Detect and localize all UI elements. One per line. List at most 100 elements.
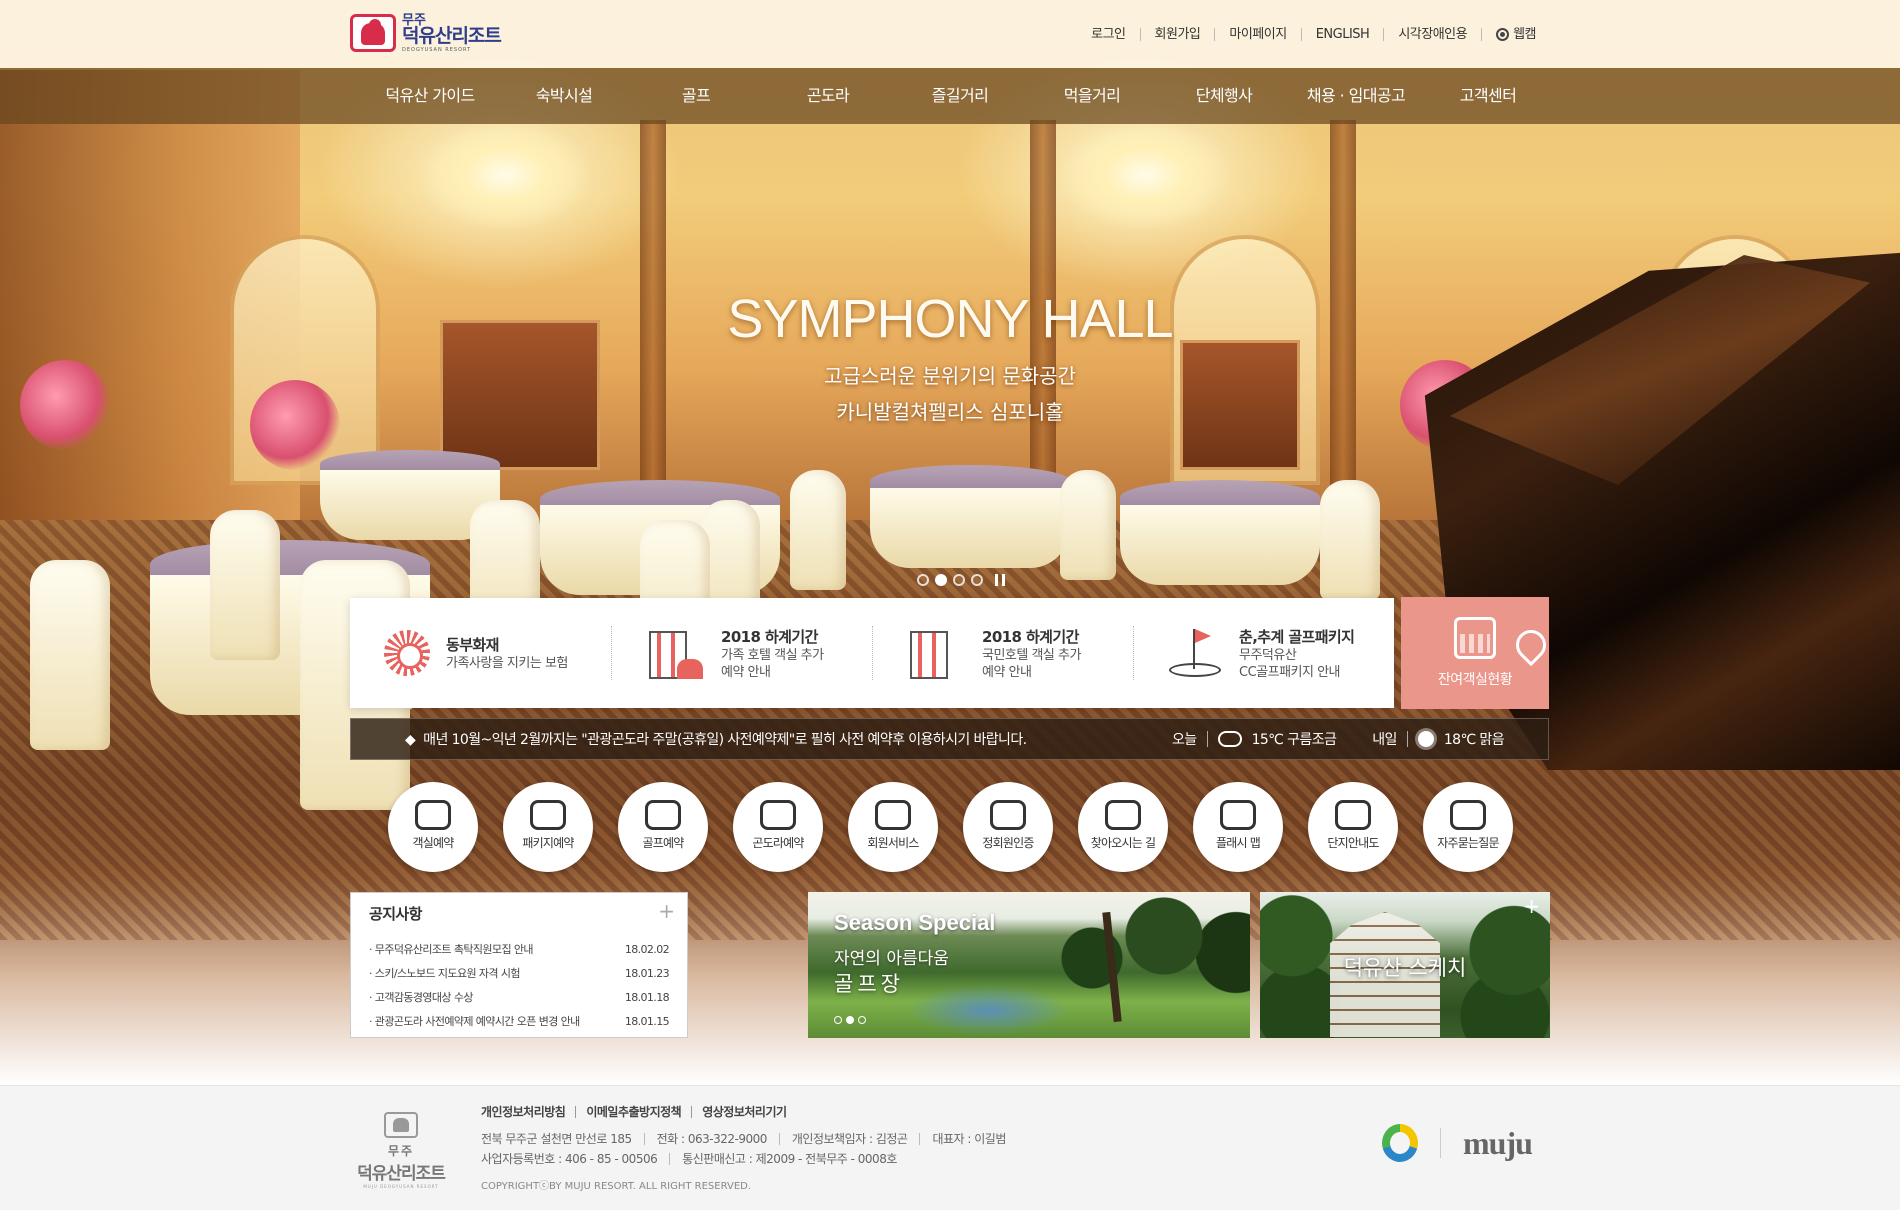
id-card-icon bbox=[990, 800, 1026, 830]
muju-emblem-icon[interactable] bbox=[1382, 1124, 1418, 1162]
promo-desc: 가족사랑을 지키는 보험 bbox=[446, 656, 568, 671]
hero-subtitle: 고급스러운 분위기의 문화공간 bbox=[824, 364, 1076, 388]
season-title: Season Special bbox=[834, 910, 996, 935]
webcam-icon bbox=[1496, 28, 1510, 41]
copyright: COPYRIGHTⓒBY MUJU RESORT. ALL RIGHT RESE… bbox=[481, 1181, 752, 1192]
footer-logo-large: 덕유산리조트 bbox=[357, 1164, 446, 1184]
logo-large-text: 덕유산리조트 bbox=[402, 24, 502, 47]
main-navigation: 덕유산 가이드 숙박시설 골프 곤도라 즐길거리 먹을거리 단체행사 채용 · … bbox=[0, 68, 1900, 124]
sun-icon bbox=[1417, 731, 1434, 747]
join-link[interactable]: 회원가입 bbox=[1139, 28, 1215, 41]
quick-member-service[interactable]: 회원서비스 bbox=[848, 782, 938, 872]
notice-item[interactable]: 관광곤도라 사전예약제 예약시간 오픈 변경 안내 18.01.15 bbox=[369, 1010, 670, 1034]
slide-dot[interactable] bbox=[858, 1016, 866, 1024]
season-slider-dots bbox=[834, 1016, 866, 1024]
footer-logo[interactable]: 무주 덕유산리조트 MUJU DEOGYUSAN RESORT bbox=[346, 1112, 456, 1189]
quick-package-reservation[interactable]: 패키지예약 bbox=[503, 782, 593, 872]
bed-monitor-icon bbox=[415, 800, 451, 830]
quick-flash-map[interactable]: 플래시 맵 bbox=[1193, 782, 1283, 872]
ticker-message[interactable]: 매년 10월~익년 2월까지는 "관광곤도라 주말(공휴일) 사전예약제"로 필… bbox=[351, 729, 1172, 749]
promo-title: 춘,추계 골프패키지 bbox=[1239, 627, 1355, 646]
slide-dot[interactable] bbox=[917, 574, 929, 586]
footer-privacy-officer: 개인정보책임자 : 김정곤 bbox=[778, 1133, 920, 1145]
email-policy-link[interactable]: 이메일추출방지정책 bbox=[575, 1106, 691, 1118]
notice-item[interactable]: 고객감동경영대상 수상 18.01.18 bbox=[369, 986, 670, 1010]
quick-directions[interactable]: 찾아오시는 길 bbox=[1078, 782, 1168, 872]
resort-logo-icon bbox=[350, 14, 396, 52]
notice-item-title: 스키/스노보드 지도요원 자격 시험 bbox=[369, 962, 521, 986]
weather-tomorrow-label: 내일 bbox=[1372, 732, 1397, 748]
promo-item[interactable]: 2018 하계기간 국민호텔 객실 추가 예약 안내 bbox=[872, 626, 1133, 680]
season-special-banner[interactable]: Season Special 자연의 아름다움 골프장 bbox=[808, 892, 1250, 1038]
nav-item-group-events[interactable]: 단체행사 bbox=[1158, 68, 1290, 124]
utility-links: 로그인 회원가입 마이페이지 ENGLISH 시각장애인용 웹캠 bbox=[1077, 28, 1550, 41]
promo-title: 동부화재 bbox=[446, 636, 499, 654]
english-link[interactable]: ENGLISH bbox=[1300, 28, 1384, 41]
chair bbox=[790, 470, 846, 590]
nav-item-recruit[interactable]: 채용 · 임대공고 bbox=[1290, 68, 1422, 124]
promo-desc: 무주덕유산 bbox=[1239, 647, 1297, 663]
quick-golf-reservation[interactable]: 골프예약 bbox=[618, 782, 708, 872]
footer: 무주 덕유산리조트 MUJU DEOGYUSAN RESORT 개인정보처리방침… bbox=[0, 1085, 1900, 1210]
slide-dot[interactable] bbox=[971, 574, 983, 586]
gondola-icon bbox=[760, 800, 796, 830]
nav-item-activities[interactable]: 즐길거리 bbox=[894, 68, 1026, 124]
slide-dot-active[interactable] bbox=[935, 574, 947, 586]
plus-icon[interactable]: + bbox=[658, 899, 675, 923]
nav-item-dining[interactable]: 먹을거리 bbox=[1026, 68, 1158, 124]
sun-logo-icon bbox=[384, 630, 430, 676]
site-logo[interactable]: 무주 덕유산리조트 DEOGYUSAN RESORT bbox=[350, 12, 515, 54]
notice-item[interactable]: 스키/스노보드 지도요원 자격 시험 18.01.23 bbox=[369, 962, 670, 986]
notice-item-date: 18.01.23 bbox=[624, 967, 670, 980]
hero-title: SYMPHONY HALL bbox=[727, 289, 1173, 349]
calendar-pin-icon bbox=[1454, 617, 1553, 667]
promo-bar: 동부화재 가족사랑을 지키는 보험 2018 하계기간 가족 호텔 객실 추가 … bbox=[350, 598, 1394, 708]
slide-dot[interactable] bbox=[953, 574, 965, 586]
nav-item-gondola[interactable]: 곤도라 bbox=[762, 68, 894, 124]
room-availability-button[interactable]: 잔여객실현황 bbox=[1401, 597, 1553, 709]
footer-phone: 전화 : 063-322-9000 bbox=[643, 1133, 779, 1145]
quick-member-auth[interactable]: 정회원인증 bbox=[963, 782, 1053, 872]
nav-item-guide[interactable]: 덕유산 가이드 bbox=[362, 68, 498, 124]
top-bar: 무주 덕유산리조트 DEOGYUSAN RESORT 로그인 회원가입 마이페이… bbox=[0, 0, 1900, 68]
promo-desc: 예약 안내 bbox=[721, 664, 771, 680]
login-link[interactable]: 로그인 bbox=[1077, 28, 1139, 41]
footer-info: 사업자등록번호 : 406 - 85 - 00506 통신판매신고 : 제200… bbox=[481, 1153, 909, 1165]
pause-icon[interactable] bbox=[995, 574, 1005, 586]
footer-brand: muju bbox=[1382, 1124, 1533, 1162]
dining-table-cloth bbox=[1120, 505, 1320, 585]
plus-icon[interactable]: + bbox=[1523, 894, 1540, 918]
privacy-policy-link[interactable]: 개인정보처리방침 bbox=[481, 1106, 575, 1118]
building-icon bbox=[530, 800, 566, 830]
footer-logo-sub: MUJU DEOGYUSAN RESORT bbox=[363, 1184, 439, 1189]
slide-dot[interactable] bbox=[834, 1016, 842, 1024]
muju-brand-logo[interactable]: muju bbox=[1463, 1125, 1533, 1162]
promo-item[interactable]: 동부화재 가족사랑을 지키는 보험 bbox=[350, 626, 611, 680]
accessibility-link[interactable]: 시각장애인용 bbox=[1383, 28, 1481, 41]
mypage-link[interactable]: 마이페이지 bbox=[1214, 28, 1300, 41]
slide-dot-active[interactable] bbox=[846, 1016, 854, 1024]
quick-label: 단지안내도 bbox=[1327, 836, 1379, 850]
notice-title: 공지사항 bbox=[369, 905, 422, 923]
notice-item-title: 관광곤도라 사전예약제 예약시간 오픈 변경 안내 bbox=[369, 1010, 580, 1034]
promo-item[interactable]: 춘,추계 골프패키지 무주덕유산 CC골프패키지 안내 bbox=[1133, 626, 1394, 680]
cctv-policy-link[interactable]: 영상정보처리기기 bbox=[691, 1106, 796, 1118]
nav-item-customer-center[interactable]: 고객센터 bbox=[1422, 68, 1554, 124]
nav-item-golf[interactable]: 골프 bbox=[630, 68, 762, 124]
quick-faq[interactable]: 자주묻는질문 bbox=[1423, 782, 1513, 872]
sketch-banner[interactable]: 덕유산 스케치 + bbox=[1260, 892, 1550, 1038]
promo-item[interactable]: 2018 하계기간 가족 호텔 객실 추가 예약 안내 bbox=[611, 626, 872, 680]
nav-item-lodging[interactable]: 숙박시설 bbox=[498, 68, 630, 124]
quick-menu: 객실예약 패키지예약 골프예약 곤도라예약 회원서비스 정회원인증 찾아오시는 … bbox=[388, 782, 1513, 872]
webcam-link[interactable]: 웹캠 bbox=[1481, 28, 1550, 41]
quick-site-guide[interactable]: 단지안내도 bbox=[1308, 782, 1398, 872]
notice-item[interactable]: 무주덕유산리조트 촉탁직원모집 안내 18.02.02 bbox=[369, 938, 670, 962]
weather-widget: 오늘 15℃ 구름조금 내일 18℃ 맑음 bbox=[1172, 729, 1548, 749]
quick-room-reservation[interactable]: 객실예약 bbox=[388, 782, 478, 872]
promo-desc: 가족 호텔 객실 추가 bbox=[721, 647, 824, 663]
quick-gondola-reservation[interactable]: 곤도라예약 bbox=[733, 782, 823, 872]
promo-desc: 예약 안내 bbox=[982, 664, 1032, 680]
forest-image bbox=[1020, 892, 1250, 1002]
season-subtitle-2: 골프장 bbox=[834, 972, 904, 996]
hotel-icon bbox=[906, 625, 966, 681]
